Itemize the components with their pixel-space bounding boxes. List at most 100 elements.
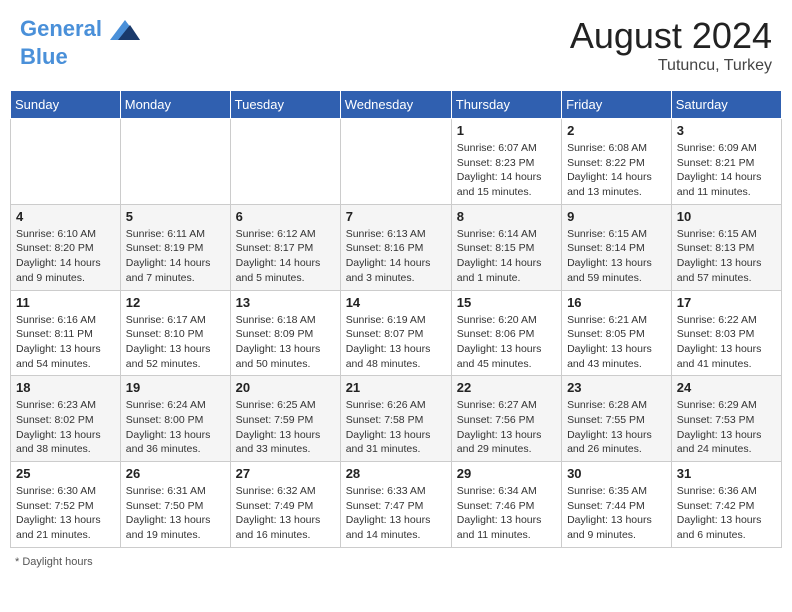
calendar-cell: 23 Sunrise: 6:28 AMSunset: 7:55 PMDayligh… bbox=[562, 376, 672, 462]
day-info: Sunrise: 6:28 AMSunset: 7:55 PMDaylight:… bbox=[567, 398, 666, 457]
day-info: Sunrise: 6:18 AMSunset: 8:09 PMDaylight:… bbox=[236, 313, 335, 372]
calendar-cell: 6 Sunrise: 6:12 AMSunset: 8:17 PMDaylight… bbox=[230, 204, 340, 290]
day-number: 14 bbox=[346, 295, 446, 310]
day-number: 21 bbox=[346, 380, 446, 395]
day-number: 19 bbox=[126, 380, 225, 395]
day-info: Sunrise: 6:11 AMSunset: 8:19 PMDaylight:… bbox=[126, 227, 225, 286]
day-info: Sunrise: 6:16 AMSunset: 8:11 PMDaylight:… bbox=[16, 313, 115, 372]
calendar-cell bbox=[120, 119, 230, 205]
footer-note: * Daylight hours bbox=[10, 556, 782, 568]
calendar-cell: 10 Sunrise: 6:15 AMSunset: 8:13 PMDayligh… bbox=[671, 204, 781, 290]
day-number: 15 bbox=[457, 295, 556, 310]
day-info: Sunrise: 6:09 AMSunset: 8:21 PMDaylight:… bbox=[677, 141, 776, 200]
calendar-cell: 4 Sunrise: 6:10 AMSunset: 8:20 PMDaylight… bbox=[11, 204, 121, 290]
month-year: August 2024 bbox=[570, 15, 772, 57]
calendar-cell: 1 Sunrise: 6:07 AMSunset: 8:23 PMDaylight… bbox=[451, 119, 561, 205]
day-number: 16 bbox=[567, 295, 666, 310]
calendar-cell: 15 Sunrise: 6:20 AMSunset: 8:06 PMDayligh… bbox=[451, 290, 561, 376]
day-info: Sunrise: 6:14 AMSunset: 8:15 PMDaylight:… bbox=[457, 227, 556, 286]
col-tuesday: Tuesday bbox=[230, 91, 340, 119]
day-number: 1 bbox=[457, 123, 556, 138]
logo: General Blue bbox=[20, 15, 140, 69]
day-info: Sunrise: 6:34 AMSunset: 7:46 PMDaylight:… bbox=[457, 484, 556, 543]
calendar-week-3: 11 Sunrise: 6:16 AMSunset: 8:11 PMDayligh… bbox=[11, 290, 782, 376]
col-saturday: Saturday bbox=[671, 91, 781, 119]
calendar-cell: 29 Sunrise: 6:34 AMSunset: 7:46 PMDayligh… bbox=[451, 462, 561, 548]
title-block: August 2024 Tutuncu, Turkey bbox=[570, 15, 772, 75]
day-number: 2 bbox=[567, 123, 666, 138]
col-wednesday: Wednesday bbox=[340, 91, 451, 119]
col-sunday: Sunday bbox=[11, 91, 121, 119]
calendar-cell: 25Sunrise: 6:30 AMSunset: 7:52 PMDayligh… bbox=[11, 462, 121, 548]
page-header: General Blue August 2024 Tutuncu, Turkey bbox=[10, 10, 782, 80]
day-number: 20 bbox=[236, 380, 335, 395]
calendar-cell: 5Sunrise: 6:11 AMSunset: 8:19 PMDaylight… bbox=[120, 204, 230, 290]
calendar-table: Sunday Monday Tuesday Wednesday Thursday… bbox=[10, 90, 782, 548]
day-number: 23 bbox=[567, 380, 666, 395]
day-number: 31 bbox=[677, 466, 776, 481]
calendar-cell: 13 Sunrise: 6:18 AMSunset: 8:09 PMDayligh… bbox=[230, 290, 340, 376]
day-number: 30 bbox=[567, 466, 666, 481]
calendar-cell: 7Sunrise: 6:13 AMSunset: 8:16 PMDaylight… bbox=[340, 204, 451, 290]
day-info: Sunrise: 6:12 AMSunset: 8:17 PMDaylight:… bbox=[236, 227, 335, 286]
day-info: Sunrise: 6:15 AMSunset: 8:13 PMDaylight:… bbox=[677, 227, 776, 286]
day-info: Sunrise: 6:20 AMSunset: 8:06 PMDaylight:… bbox=[457, 313, 556, 372]
day-number: 12 bbox=[126, 295, 225, 310]
calendar-cell: 26 Sunrise: 6:31 AMSunset: 7:50 PMDayligh… bbox=[120, 462, 230, 548]
calendar-cell: 16 Sunrise: 6:21 AMSunset: 8:05 PMDayligh… bbox=[562, 290, 672, 376]
logo-text: General Blue bbox=[20, 15, 140, 69]
calendar-cell: 20Sunrise: 6:25 AMSunset: 7:59 PMDayligh… bbox=[230, 376, 340, 462]
day-number: 6 bbox=[236, 209, 335, 224]
day-info: Sunrise: 6:35 AMSunset: 7:44 PMDaylight:… bbox=[567, 484, 666, 543]
calendar-cell: 8 Sunrise: 6:14 AMSunset: 8:15 PMDaylight… bbox=[451, 204, 561, 290]
calendar-cell: 28Sunrise: 6:33 AMSunset: 7:47 PMDayligh… bbox=[340, 462, 451, 548]
day-info: Sunrise: 6:24 AMSunset: 8:00 PMDaylight:… bbox=[126, 398, 225, 457]
day-number: 26 bbox=[126, 466, 225, 481]
calendar-cell: 11 Sunrise: 6:16 AMSunset: 8:11 PMDayligh… bbox=[11, 290, 121, 376]
calendar-cell: 21Sunrise: 6:26 AMSunset: 7:58 PMDayligh… bbox=[340, 376, 451, 462]
day-info: Sunrise: 6:15 AMSunset: 8:14 PMDaylight:… bbox=[567, 227, 666, 286]
day-info: Sunrise: 6:36 AMSunset: 7:42 PMDaylight:… bbox=[677, 484, 776, 543]
day-info: Sunrise: 6:08 AMSunset: 8:22 PMDaylight:… bbox=[567, 141, 666, 200]
calendar-cell: 3 Sunrise: 6:09 AMSunset: 8:21 PMDaylight… bbox=[671, 119, 781, 205]
day-number: 27 bbox=[236, 466, 335, 481]
calendar-cell: 14 Sunrise: 6:19 AMSunset: 8:07 PMDayligh… bbox=[340, 290, 451, 376]
day-info: Sunrise: 6:23 AMSunset: 8:02 PMDaylight:… bbox=[16, 398, 115, 457]
day-info: Sunrise: 6:22 AMSunset: 8:03 PMDaylight:… bbox=[677, 313, 776, 372]
day-number: 13 bbox=[236, 295, 335, 310]
day-info: Sunrise: 6:07 AMSunset: 8:23 PMDaylight:… bbox=[457, 141, 556, 200]
calendar-cell: 24Sunrise: 6:29 AMSunset: 7:53 PMDayligh… bbox=[671, 376, 781, 462]
calendar-week-4: 18Sunrise: 6:23 AMSunset: 8:02 PMDayligh… bbox=[11, 376, 782, 462]
calendar-cell: 2 Sunrise: 6:08 AMSunset: 8:22 PMDaylight… bbox=[562, 119, 672, 205]
calendar-cell bbox=[340, 119, 451, 205]
col-monday: Monday bbox=[120, 91, 230, 119]
day-info: Sunrise: 6:10 AMSunset: 8:20 PMDaylight:… bbox=[16, 227, 115, 286]
calendar-week-2: 4 Sunrise: 6:10 AMSunset: 8:20 PMDaylight… bbox=[11, 204, 782, 290]
calendar-cell: 30 Sunrise: 6:35 AMSunset: 7:44 PMDayligh… bbox=[562, 462, 672, 548]
calendar-header-row: Sunday Monday Tuesday Wednesday Thursday… bbox=[11, 91, 782, 119]
day-number: 11 bbox=[16, 295, 115, 310]
calendar-cell: 27Sunrise: 6:32 AMSunset: 7:49 PMDayligh… bbox=[230, 462, 340, 548]
day-info: Sunrise: 6:19 AMSunset: 8:07 PMDaylight:… bbox=[346, 313, 446, 372]
calendar-cell: 31 Sunrise: 6:36 AMSunset: 7:42 PMDayligh… bbox=[671, 462, 781, 548]
calendar-cell: 22Sunrise: 6:27 AMSunset: 7:56 PMDayligh… bbox=[451, 376, 561, 462]
calendar-cell bbox=[230, 119, 340, 205]
calendar-cell: 19 Sunrise: 6:24 AMSunset: 8:00 PMDayligh… bbox=[120, 376, 230, 462]
day-info: Sunrise: 6:13 AMSunset: 8:16 PMDaylight:… bbox=[346, 227, 446, 286]
col-thursday: Thursday bbox=[451, 91, 561, 119]
day-number: 29 bbox=[457, 466, 556, 481]
calendar-week-1: 1 Sunrise: 6:07 AMSunset: 8:23 PMDaylight… bbox=[11, 119, 782, 205]
day-info: Sunrise: 6:27 AMSunset: 7:56 PMDaylight:… bbox=[457, 398, 556, 457]
day-number: 10 bbox=[677, 209, 776, 224]
day-number: 24 bbox=[677, 380, 776, 395]
day-info: Sunrise: 6:31 AMSunset: 7:50 PMDaylight:… bbox=[126, 484, 225, 543]
calendar-cell bbox=[11, 119, 121, 205]
day-number: 8 bbox=[457, 209, 556, 224]
day-number: 3 bbox=[677, 123, 776, 138]
day-number: 28 bbox=[346, 466, 446, 481]
day-number: 4 bbox=[16, 209, 115, 224]
calendar-week-5: 25Sunrise: 6:30 AMSunset: 7:52 PMDayligh… bbox=[11, 462, 782, 548]
calendar-cell: 17Sunrise: 6:22 AMSunset: 8:03 PMDayligh… bbox=[671, 290, 781, 376]
day-info: Sunrise: 6:17 AMSunset: 8:10 PMDaylight:… bbox=[126, 313, 225, 372]
day-info: Sunrise: 6:21 AMSunset: 8:05 PMDaylight:… bbox=[567, 313, 666, 372]
